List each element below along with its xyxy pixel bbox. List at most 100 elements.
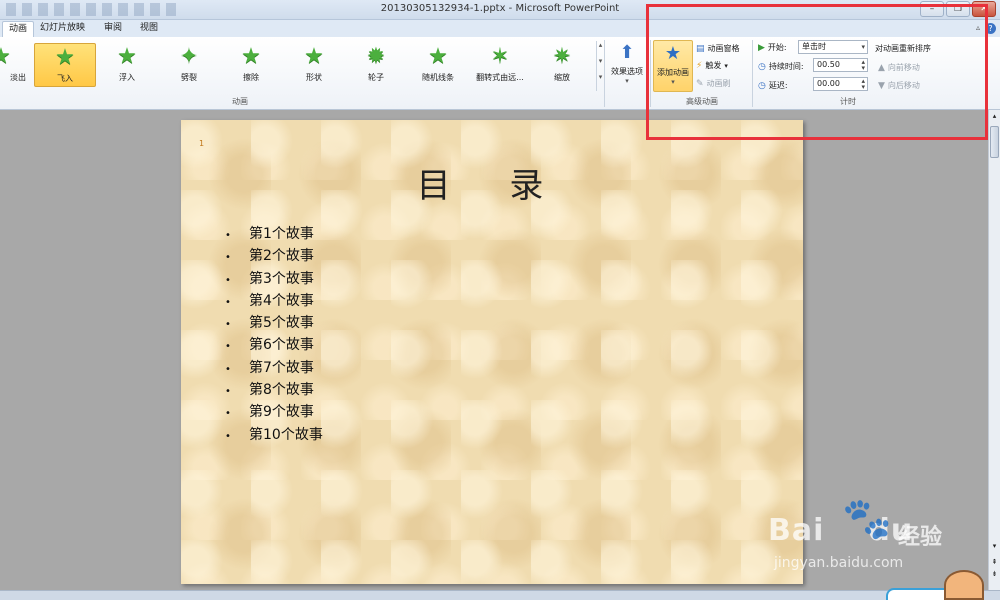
divider (752, 40, 753, 107)
animation-pane-button[interactable]: ▤ 动画窗格 (696, 43, 740, 54)
star-icon: ★ (117, 44, 137, 69)
duration-label: ◷ 持续时间: (758, 61, 804, 72)
star-icon: ★ (304, 44, 324, 69)
move-later-button[interactable]: ▼ 向后移动 (878, 80, 920, 91)
star-icon: ✶ (490, 44, 510, 69)
animation-item[interactable]: ✦ 劈裂 (158, 43, 220, 87)
list-item: • 第2个故事 (225, 245, 323, 267)
scroll-down-icon[interactable]: ▾ (990, 542, 999, 552)
next-slide-icon[interactable]: ⇟ (990, 570, 999, 580)
help-icon[interactable]: ? (985, 23, 996, 34)
slide-title[interactable]: 目 录 (181, 158, 803, 207)
chevron-down-icon: ▾ (724, 61, 728, 70)
tab-view[interactable]: 视图 (134, 21, 164, 37)
brush-icon: ✎ (696, 78, 704, 89)
slide-canvas[interactable]: 1 目 录 • 第1个故事 • 第2个故事 • 第3个故事 • 第4个故事 • 第5个故事… (181, 120, 803, 584)
animation-item[interactable]: ★ 浮入 (96, 43, 158, 87)
group-label-animation: 动画 (232, 97, 248, 106)
animation-item[interactable]: ★ 淡出 (0, 43, 32, 87)
group-label-advanced: 高级动画 (686, 97, 718, 106)
list-item: • 第8个故事 (225, 379, 323, 401)
list-item: • 第6个故事 (225, 334, 323, 356)
trigger-button[interactable]: ⚡ 触发 ▾ (696, 60, 728, 71)
scroll-thumb[interactable] (990, 126, 999, 158)
animation-item-selected[interactable]: ★ 飞入 (34, 43, 96, 87)
delay-stepper[interactable]: 00.00 ▴ ▾ (813, 77, 868, 91)
group-label-timing: 计时 (840, 97, 856, 106)
close-button[interactable]: ✕ (972, 1, 996, 17)
clock-icon: ◷ (758, 80, 766, 91)
start-select[interactable]: 单击时 ▾ (798, 40, 868, 54)
divider (650, 40, 651, 107)
animation-order-marker[interactable]: 1 (199, 139, 204, 148)
expand-gallery-icon[interactable]: ▾ (597, 73, 604, 89)
duration-stepper[interactable]: 00.50 ▴ ▾ (813, 58, 868, 72)
list-item: • 第1个故事 (225, 223, 323, 245)
stepper-arrows-icon[interactable]: ▴ ▾ (861, 78, 865, 91)
animation-item[interactable]: ★ 随机线条 (407, 43, 469, 87)
add-star-icon: ★ (664, 43, 682, 64)
bullet-icon: • (225, 274, 231, 286)
slide-bullet-list[interactable]: • 第1个故事 • 第2个故事 • 第3个故事 • 第4个故事 • 第5个故事 • 第6个故… (225, 223, 323, 446)
star-icon: ★ (0, 44, 11, 69)
chevron-down-icon[interactable]: ▾ (597, 57, 604, 73)
bullet-icon: • (225, 386, 231, 398)
bullet-icon: • (225, 252, 231, 264)
window-title: 20130305132934-1.pptx - Microsoft PowerP… (380, 3, 620, 14)
star-icon: ★ (428, 44, 448, 69)
star-icon: ✷ (552, 44, 572, 69)
start-label: ▶ 开始: (758, 42, 787, 53)
maximize-button[interactable]: ❐ (946, 1, 970, 17)
triangle-up-icon: ▲ (878, 62, 885, 73)
ribbon: ★ 淡出 ★ 飞入 ★ 浮入 ✦ 劈裂 ★ 擦除 ★ 形状 ✹ 轮子 ★ 随机线 (0, 37, 1000, 110)
clock-icon: ◷ (758, 61, 766, 72)
divider (604, 40, 605, 107)
list-item: • 第4个故事 (225, 290, 323, 312)
reorder-heading: 对动画重新排序 (875, 44, 931, 53)
animation-painter-button[interactable]: ✎ 动画刷 (696, 78, 731, 89)
delay-label: ◷ 延迟: (758, 80, 788, 91)
stepper-arrows-icon[interactable]: ▴ ▾ (861, 59, 865, 72)
window-controls: – ❐ ✕ (920, 1, 996, 17)
status-bar (0, 590, 1000, 600)
star-icon: ✦ (179, 44, 199, 69)
animation-item[interactable]: ★ 擦除 (220, 43, 282, 87)
list-item: • 第10个故事 (225, 424, 323, 446)
animation-gallery: ★ 淡出 ★ 飞入 ★ 浮入 ✦ 劈裂 ★ 擦除 ★ 形状 ✹ 轮子 ★ 随机线 (0, 40, 596, 92)
bullet-icon: • (225, 363, 231, 375)
bullet-icon: • (225, 408, 231, 420)
tab-slideshow[interactable]: 幻灯片放映 (34, 21, 91, 37)
gallery-scrollbar[interactable]: ▴ ▾ ▾ (596, 41, 604, 91)
chevron-down-icon: ▾ (861, 43, 865, 51)
chevron-up-icon[interactable]: ▴ (597, 41, 604, 57)
animation-item[interactable]: ✹ 轮子 (345, 43, 407, 87)
star-icon: ★ (55, 45, 75, 70)
animation-item[interactable]: ✶ 翻转式由远... (469, 43, 531, 87)
minimize-button[interactable]: – (920, 1, 944, 17)
move-earlier-button[interactable]: ▲ 向前移动 (878, 62, 920, 73)
star-icon: ✹ (366, 44, 386, 69)
up-arrow-icon: ⬆ (619, 42, 635, 63)
vertical-scrollbar[interactable]: ▴ ▾ ⇞ ⇟ (988, 110, 1000, 590)
star-icon: ★ (241, 44, 261, 69)
animation-item[interactable]: ★ 形状 (283, 43, 345, 87)
effect-options-button[interactable]: ⬆ 效果选项 ▾ (606, 40, 648, 85)
title-bar: 20130305132934-1.pptx - Microsoft PowerP… (0, 0, 1000, 20)
add-animation-button[interactable]: ★ 添加动画 ▾ (653, 40, 693, 92)
bullet-icon: • (225, 430, 231, 442)
chevron-down-icon: ▾ (625, 77, 629, 85)
minimize-ribbon-icon[interactable]: ▵ (976, 23, 980, 32)
list-item: • 第5个故事 (225, 312, 323, 334)
animation-item[interactable]: ✷ 缩放 (531, 43, 593, 87)
ribbon-tabs: 动画 幻灯片放映 审阅 视图 ▵ ? (0, 20, 1000, 37)
bullet-icon: • (225, 296, 231, 308)
list-item: • 第9个故事 (225, 401, 323, 423)
tab-animations[interactable]: 动画 (2, 21, 35, 37)
scroll-up-icon[interactable]: ▴ (990, 112, 999, 122)
mascot-icon (944, 570, 984, 600)
list-item: • 第3个故事 (225, 268, 323, 290)
previous-slide-icon[interactable]: ⇞ (990, 558, 999, 568)
tab-review[interactable]: 审阅 (98, 21, 128, 37)
pane-icon: ▤ (696, 43, 705, 54)
lightning-icon: ⚡ (696, 60, 703, 71)
